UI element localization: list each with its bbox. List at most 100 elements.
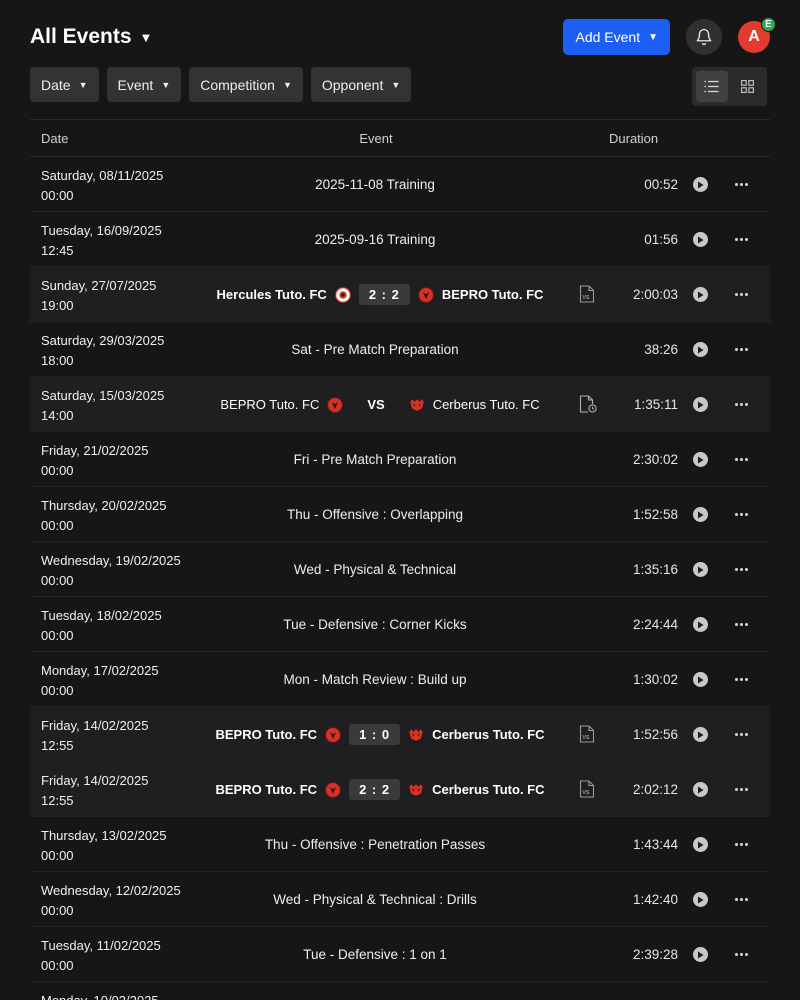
- vs-file-icon[interactable]: VS: [579, 285, 595, 308]
- table-row[interactable]: Monday, 17/02/2025 00:00 Mon - Match Revie…: [30, 652, 770, 707]
- event-date-time: 19:00: [41, 298, 74, 313]
- more-options-icon[interactable]: [732, 614, 750, 634]
- event-title[interactable]: Sat - Pre Match Preparation: [210, 322, 540, 377]
- table-row[interactable]: Saturday, 29/03/2025 18:00 Sat - Pre Match…: [30, 322, 770, 377]
- match-info[interactable]: BEPRO Tuto. FC 2 : 2 Cerberus Tuto. FC: [180, 762, 580, 817]
- event-title[interactable]: Wed - Physical & Technical : Drills: [210, 872, 540, 927]
- play-icon[interactable]: [693, 672, 708, 687]
- filter-date[interactable]: Date ▼: [30, 67, 99, 102]
- table-row[interactable]: Saturday, 08/11/2025 00:00 2025-11-08 Trai…: [30, 157, 770, 212]
- match-info[interactable]: Hercules Tuto. FC 2 : 2 BEPRO Tuto. FC: [180, 267, 580, 322]
- grid-view-button[interactable]: [732, 71, 764, 102]
- event-date-day: Saturday, 15/03/2025: [41, 388, 165, 403]
- play-icon[interactable]: [693, 232, 708, 247]
- event-duration: 2:24:44: [632, 617, 678, 632]
- header-actions: Add Event ▼ A E: [563, 17, 776, 55]
- play-icon[interactable]: [693, 177, 708, 192]
- event-title[interactable]: Tue - Defensive : Corner Kicks: [210, 597, 540, 652]
- vs-file-icon[interactable]: VS: [579, 725, 595, 748]
- event-date-day: Monday, 17/02/2025: [41, 663, 159, 678]
- caret-down-icon: ▼: [648, 31, 658, 43]
- filter-event[interactable]: Event ▼: [106, 67, 182, 102]
- user-avatar[interactable]: A E: [738, 17, 776, 53]
- event-title[interactable]: Tue - Defensive : 1 on 1: [210, 927, 540, 982]
- play-icon[interactable]: [693, 562, 708, 577]
- play-icon[interactable]: [693, 947, 708, 962]
- more-options-icon[interactable]: [732, 394, 750, 414]
- play-icon[interactable]: [693, 507, 708, 522]
- event-duration: 1:42:40: [632, 892, 678, 907]
- play-icon[interactable]: [693, 782, 708, 797]
- caret-down-icon: ▼: [282, 79, 292, 90]
- more-options-icon[interactable]: [732, 669, 750, 689]
- event-title[interactable]: Wed - Physical & Technical: [210, 542, 540, 597]
- event-title[interactable]: 2025-09-16 Training: [210, 212, 540, 267]
- play-icon[interactable]: [693, 617, 708, 632]
- table-row[interactable]: Tuesday, 18/02/2025 00:00 Tue - Defensive …: [30, 597, 770, 652]
- more-options-icon[interactable]: [732, 944, 750, 964]
- event-date-day: Thursday, 20/02/2025: [41, 498, 167, 513]
- event-title[interactable]: Mon - Match Review : Build up: [210, 652, 540, 707]
- table-row[interactable]: Friday, 14/02/2025 12:55 BEPRO Tuto. FC 2 :…: [30, 762, 770, 817]
- svg-text:VS: VS: [582, 735, 590, 741]
- match-score: VS: [367, 397, 385, 412]
- page-title: All Events: [30, 25, 132, 48]
- table-row[interactable]: Wednesday, 19/02/2025 00:00 Wed - Physical…: [30, 542, 770, 597]
- filter-opponent[interactable]: Opponent ▼: [310, 67, 412, 102]
- event-title[interactable]: Thu - Offensive : Overlapping: [210, 487, 540, 542]
- event-date: Tuesday, 18/02/2025 00:00: [41, 606, 162, 646]
- more-options-icon[interactable]: [732, 834, 750, 854]
- table-row[interactable]: Sunday, 27/07/2025 19:00 Hercules Tuto. FC…: [30, 267, 770, 322]
- table-row[interactable]: Tuesday, 16/09/2025 12:45 2025-09-16 Train…: [30, 212, 770, 267]
- play-icon[interactable]: [693, 727, 708, 742]
- table-row[interactable]: Friday, 21/02/2025 00:00 Fri - Pre Match P…: [30, 432, 770, 487]
- match-info[interactable]: BEPRO Tuto. FC VS Cerberus Tuto. FC: [180, 377, 580, 432]
- more-options-icon[interactable]: [732, 889, 750, 909]
- event-title[interactable]: 2025-11-08 Training: [210, 157, 540, 212]
- table-header: Date Event Duration: [30, 120, 770, 157]
- filter-competition[interactable]: Competition ▼: [189, 67, 303, 102]
- list-view-button[interactable]: [696, 71, 728, 102]
- more-options-icon[interactable]: [732, 284, 750, 304]
- notifications-button[interactable]: [686, 19, 722, 55]
- event-date-time: 00:00: [41, 903, 74, 918]
- table-row[interactable]: Thursday, 13/02/2025 00:00 Thu - Offensive…: [30, 817, 770, 872]
- page-title-dropdown[interactable]: All Events ▼: [30, 25, 152, 49]
- event-title[interactable]: Fri - Pre Match Preparation: [210, 432, 540, 487]
- play-icon[interactable]: [693, 397, 708, 412]
- column-header-duration[interactable]: Duration: [609, 131, 658, 146]
- more-options-icon[interactable]: [732, 559, 750, 579]
- table-row[interactable]: Friday, 14/02/2025 12:55 BEPRO Tuto. FC 1 :…: [30, 707, 770, 762]
- event-duration: 38:26: [644, 342, 678, 357]
- scheduled-file-icon[interactable]: [579, 395, 597, 418]
- table-row[interactable]: Monday, 10/02/2025: [30, 982, 770, 1000]
- event-title[interactable]: Thu - Offensive : Penetration Passes: [210, 817, 540, 872]
- caret-down-icon: ▼: [78, 79, 88, 90]
- event-date-time: 00:00: [41, 683, 74, 698]
- table-row[interactable]: Thursday, 20/02/2025 00:00 Thu - Offensive…: [30, 487, 770, 542]
- match-info[interactable]: BEPRO Tuto. FC 1 : 0 Cerberus Tuto. FC: [180, 707, 580, 762]
- away-team: Cerberus Tuto. FC: [432, 727, 545, 742]
- play-icon[interactable]: [693, 342, 708, 357]
- more-options-icon[interactable]: [732, 724, 750, 744]
- more-options-icon[interactable]: [732, 779, 750, 799]
- table-row[interactable]: Saturday, 15/03/2025 14:00 BEPRO Tuto. FC V…: [30, 377, 770, 432]
- home-team: BEPRO Tuto. FC: [215, 727, 318, 742]
- more-options-icon[interactable]: [732, 449, 750, 469]
- play-icon[interactable]: [693, 892, 708, 907]
- event-duration: 2:30:02: [632, 452, 678, 467]
- event-title[interactable]: [210, 982, 540, 1000]
- add-event-button[interactable]: Add Event ▼: [563, 19, 670, 55]
- table-row[interactable]: Wednesday, 12/02/2025 00:00 Wed - Physical…: [30, 872, 770, 927]
- vs-file-icon[interactable]: VS: [579, 780, 595, 803]
- play-icon[interactable]: [693, 452, 708, 467]
- more-options-icon[interactable]: [732, 174, 750, 194]
- more-options-icon[interactable]: [732, 229, 750, 249]
- event-date-day: Thursday, 13/02/2025: [41, 828, 167, 843]
- away-team-crest-icon: [408, 727, 424, 743]
- play-icon[interactable]: [693, 837, 708, 852]
- more-options-icon[interactable]: [732, 504, 750, 524]
- table-row[interactable]: Tuesday, 11/02/2025 00:00 Tue - Defensive …: [30, 927, 770, 982]
- play-icon[interactable]: [693, 287, 708, 302]
- more-options-icon[interactable]: [732, 339, 750, 359]
